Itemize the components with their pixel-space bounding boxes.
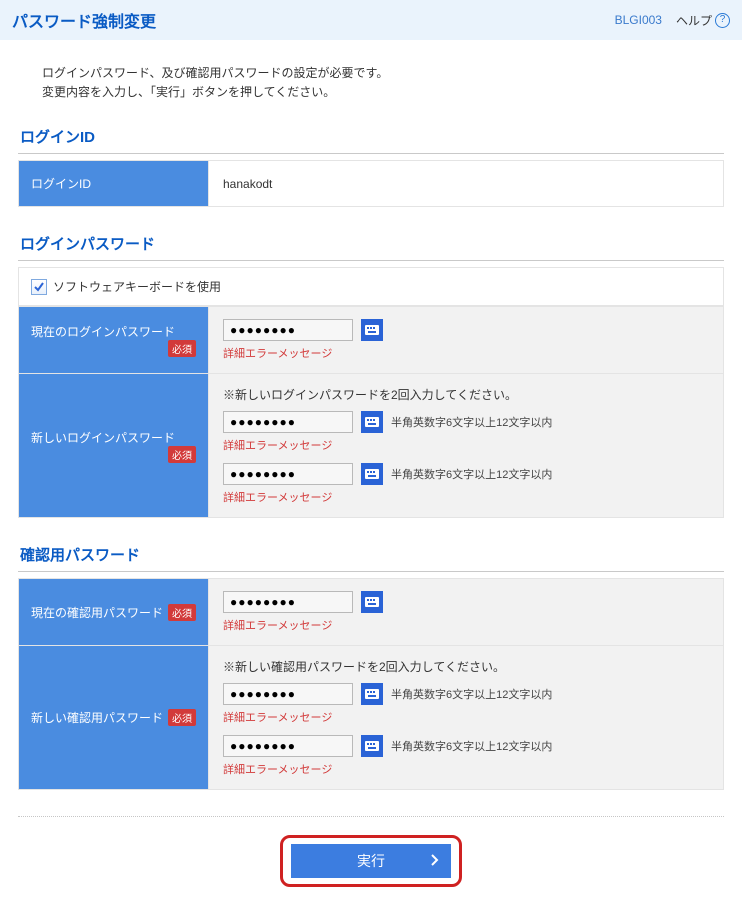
page-title: パスワード強制変更 — [12, 8, 156, 32]
current-confirm-pw-error: 詳細エラーメッセージ — [223, 617, 709, 633]
new-confirm-pw-input-1[interactable] — [223, 683, 353, 705]
new-confirm-pw-label: 新しい確認用パスワード — [31, 711, 163, 725]
section-title-login-pw: ログインパスワード — [18, 229, 724, 261]
help-label: ヘルプ — [676, 12, 712, 29]
new-confirm-pw-input-2[interactable] — [223, 735, 353, 757]
login-id-value: hanakodt — [209, 161, 724, 207]
new-confirm-pw-hint-2: 半角英数字6文字以上12文字以内 — [391, 738, 552, 754]
help-icon: ? — [715, 13, 730, 28]
required-badge: 必須 — [168, 446, 196, 463]
new-login-pw-label: 新しいログインパスワード — [31, 431, 175, 445]
new-confirm-pw-hint-1: 半角英数字6文字以上12文字以内 — [391, 686, 552, 702]
keyboard-button[interactable] — [361, 683, 383, 705]
intro-text: ログインパスワード、及び確認用パスワードの設定が必要です。 変更内容を入力し、「… — [42, 64, 700, 102]
new-login-pw-label-cell: 新しいログインパスワード 必須 — [19, 374, 209, 518]
intro-line1: ログインパスワード、及び確認用パスワードの設定が必要です。 — [42, 64, 700, 83]
confirm-pw-table: 現在の確認用パスワード 必須 詳細エラーメッセージ 新しい確認用パスワード — [18, 578, 724, 790]
chevron-right-icon — [431, 853, 439, 869]
current-confirm-pw-cell: 詳細エラーメッセージ — [209, 579, 724, 646]
current-login-pw-label: 現在のログインパスワード — [31, 325, 175, 339]
new-login-pw-error-1: 詳細エラーメッセージ — [223, 437, 709, 453]
new-login-pw-hint-1: 半角英数字6文字以上12文字以内 — [391, 414, 552, 430]
new-confirm-pw-error-1: 詳細エラーメッセージ — [223, 709, 709, 725]
current-login-pw-label-cell: 現在のログインパスワード 必須 — [19, 307, 209, 374]
new-confirm-pw-cell: ※新しい確認用パスワードを2回入力してください。 半角英数字6文字以上12文字以… — [209, 646, 724, 790]
keyboard-button[interactable] — [361, 411, 383, 433]
soft-keyboard-checkbox[interactable] — [31, 279, 47, 295]
login-id-label: ログインID — [19, 161, 209, 207]
current-login-pw-cell: 詳細エラーメッセージ — [209, 307, 724, 374]
required-badge: 必須 — [168, 709, 196, 726]
keyboard-icon — [365, 469, 379, 479]
keyboard-button[interactable] — [361, 735, 383, 757]
soft-keyboard-row: ソフトウェアキーボードを使用 — [18, 267, 724, 306]
current-login-pw-error: 詳細エラーメッセージ — [223, 345, 709, 361]
section-title-login-id: ログインID — [18, 122, 724, 154]
current-confirm-pw-label-cell: 現在の確認用パスワード 必須 — [19, 579, 209, 646]
keyboard-button[interactable] — [361, 319, 383, 341]
keyboard-icon — [365, 741, 379, 751]
separator — [18, 816, 724, 817]
submit-label: 実行 — [357, 851, 385, 871]
keyboard-icon — [365, 689, 379, 699]
login-id-table: ログインID hanakodt — [18, 160, 724, 207]
current-confirm-pw-input[interactable] — [223, 591, 353, 613]
submit-highlight: 実行 — [280, 835, 462, 887]
submit-area: 実行 — [18, 835, 724, 887]
new-confirm-pw-label-cell: 新しい確認用パスワード 必須 — [19, 646, 209, 790]
new-login-pw-input-2[interactable] — [223, 463, 353, 485]
new-confirm-pw-note: ※新しい確認用パスワードを2回入力してください。 — [223, 658, 709, 675]
page-header: パスワード強制変更 BLGI003 ヘルプ ? — [0, 0, 742, 40]
new-login-pw-note: ※新しいログインパスワードを2回入力してください。 — [223, 386, 709, 403]
keyboard-button[interactable] — [361, 591, 383, 613]
current-confirm-pw-label: 現在の確認用パスワード — [31, 606, 163, 620]
keyboard-icon — [365, 597, 379, 607]
required-badge: 必須 — [168, 340, 196, 357]
section-title-confirm-pw: 確認用パスワード — [18, 540, 724, 572]
check-icon — [33, 281, 45, 293]
new-confirm-pw-error-2: 詳細エラーメッセージ — [223, 761, 709, 777]
keyboard-icon — [365, 417, 379, 427]
keyboard-icon — [365, 325, 379, 335]
header-right: BLGI003 ヘルプ ? — [615, 12, 730, 29]
new-login-pw-cell: ※新しいログインパスワードを2回入力してください。 半角英数字6文字以上12文字… — [209, 374, 724, 518]
content-area: ログインパスワード、及び確認用パスワードの設定が必要です。 変更内容を入力し、「… — [0, 40, 742, 911]
login-pw-table: 現在のログインパスワード 必須 詳細エラーメッセージ 新しいログインパスワード — [18, 306, 724, 518]
soft-keyboard-label: ソフトウェアキーボードを使用 — [53, 278, 221, 295]
new-login-pw-error-2: 詳細エラーメッセージ — [223, 489, 709, 505]
new-login-pw-hint-2: 半角英数字6文字以上12文字以内 — [391, 466, 552, 482]
help-link[interactable]: ヘルプ ? — [676, 12, 730, 29]
intro-line2: 変更内容を入力し、「実行」ボタンを押してください。 — [42, 83, 700, 102]
required-badge: 必須 — [168, 604, 196, 621]
current-login-pw-input[interactable] — [223, 319, 353, 341]
screen-id: BLGI003 — [615, 13, 662, 27]
submit-button[interactable]: 実行 — [291, 844, 451, 878]
new-login-pw-input-1[interactable] — [223, 411, 353, 433]
keyboard-button[interactable] — [361, 463, 383, 485]
